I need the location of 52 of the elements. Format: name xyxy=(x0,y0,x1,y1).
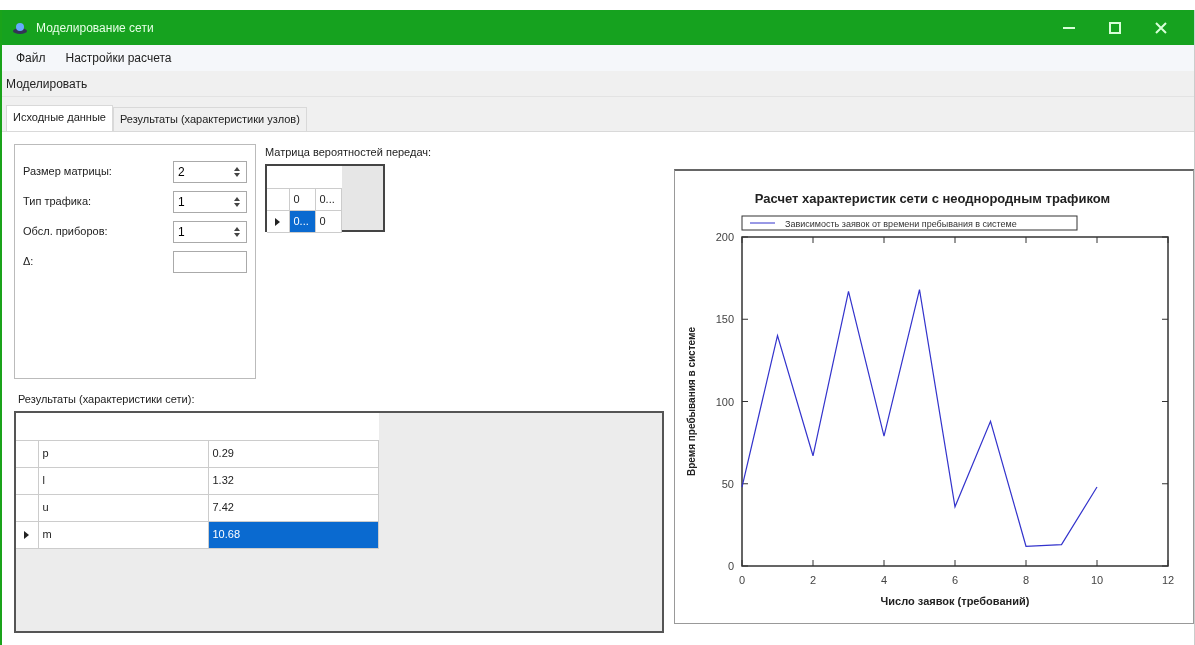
x-tick-label: 0 xyxy=(738,573,746,586)
field-label: Обсл. приборов: xyxy=(23,224,108,240)
x-tick-label: 2 xyxy=(809,573,817,586)
y-axis-label: Время пребывания в системе xyxy=(686,326,697,476)
table-cell[interactable]: 1.32 xyxy=(208,467,378,494)
table-cell[interactable]: 0 xyxy=(289,188,315,210)
field-label: Размер матрицы: xyxy=(23,164,112,180)
toolbar-button[interactable]: Моделировать xyxy=(6,74,88,93)
window-title: Моделирование сети xyxy=(36,19,154,37)
tab[interactable]: Результаты (характеристики узлов) xyxy=(112,107,307,131)
x-axis-label: Число заявок (требований) xyxy=(880,594,1030,607)
x-tick-label: 6 xyxy=(951,573,959,586)
matrix-label: Матрица вероятностей передач: xyxy=(265,144,432,160)
row-header[interactable] xyxy=(16,521,38,548)
y-tick-label: 150 xyxy=(715,312,734,325)
table-cell[interactable]: l xyxy=(38,467,208,494)
table-cell[interactable]: 10.68 xyxy=(208,521,378,548)
y-tick-label: 0 xyxy=(727,559,734,572)
table-cell[interactable]: u xyxy=(38,494,208,521)
minimize-icon xyxy=(1063,26,1075,29)
spinner-field[interactable]: 2 xyxy=(173,160,247,183)
spinner-field[interactable]: 1 xyxy=(173,190,247,213)
row-header[interactable] xyxy=(267,210,289,232)
chart-title: Расчет характеристик сети с неоднородным трафиком xyxy=(754,190,1111,206)
table-cell[interactable]: 7.42 xyxy=(208,494,378,521)
tab[interactable]: Исходные данные xyxy=(6,105,113,131)
maximize-icon xyxy=(1109,21,1121,34)
current-row-icon xyxy=(24,531,30,540)
field-label: Тип трафика: xyxy=(23,194,92,210)
current-row-icon xyxy=(275,217,281,226)
y-tick-label: 200 xyxy=(715,230,734,243)
x-tick-label: 10 xyxy=(1090,573,1104,586)
table-cell[interactable]: 0... xyxy=(315,188,341,210)
x-tick-label: 4 xyxy=(880,573,888,586)
input-field[interactable] xyxy=(173,250,247,273)
menu-item[interactable]: Файл xyxy=(16,49,46,67)
results-label: Результаты (характеристики сети): xyxy=(18,391,196,407)
table-cell[interactable]: 0 xyxy=(315,210,341,232)
y-tick-label: 50 xyxy=(721,477,734,490)
chart-legend: Зависимость заявок от времени пребывания в системе xyxy=(741,215,1078,230)
table-cell[interactable]: p xyxy=(38,440,208,467)
menu-item[interactable]: Настройки расчета xyxy=(65,49,172,67)
spinner-field[interactable]: 1 xyxy=(173,220,247,243)
table-cell[interactable]: m xyxy=(38,521,208,548)
field-label: Δ: xyxy=(23,254,34,270)
x-tick-label: 8 xyxy=(1022,573,1030,586)
x-tick-label: 12 xyxy=(1161,573,1175,586)
legend-label: Зависимость заявок от времени пребывания в системе xyxy=(785,218,1017,229)
y-tick-label: 100 xyxy=(715,395,734,407)
close-icon xyxy=(1155,21,1167,34)
table-cell[interactable]: 0.29 xyxy=(208,440,378,467)
app-icon xyxy=(12,20,28,35)
